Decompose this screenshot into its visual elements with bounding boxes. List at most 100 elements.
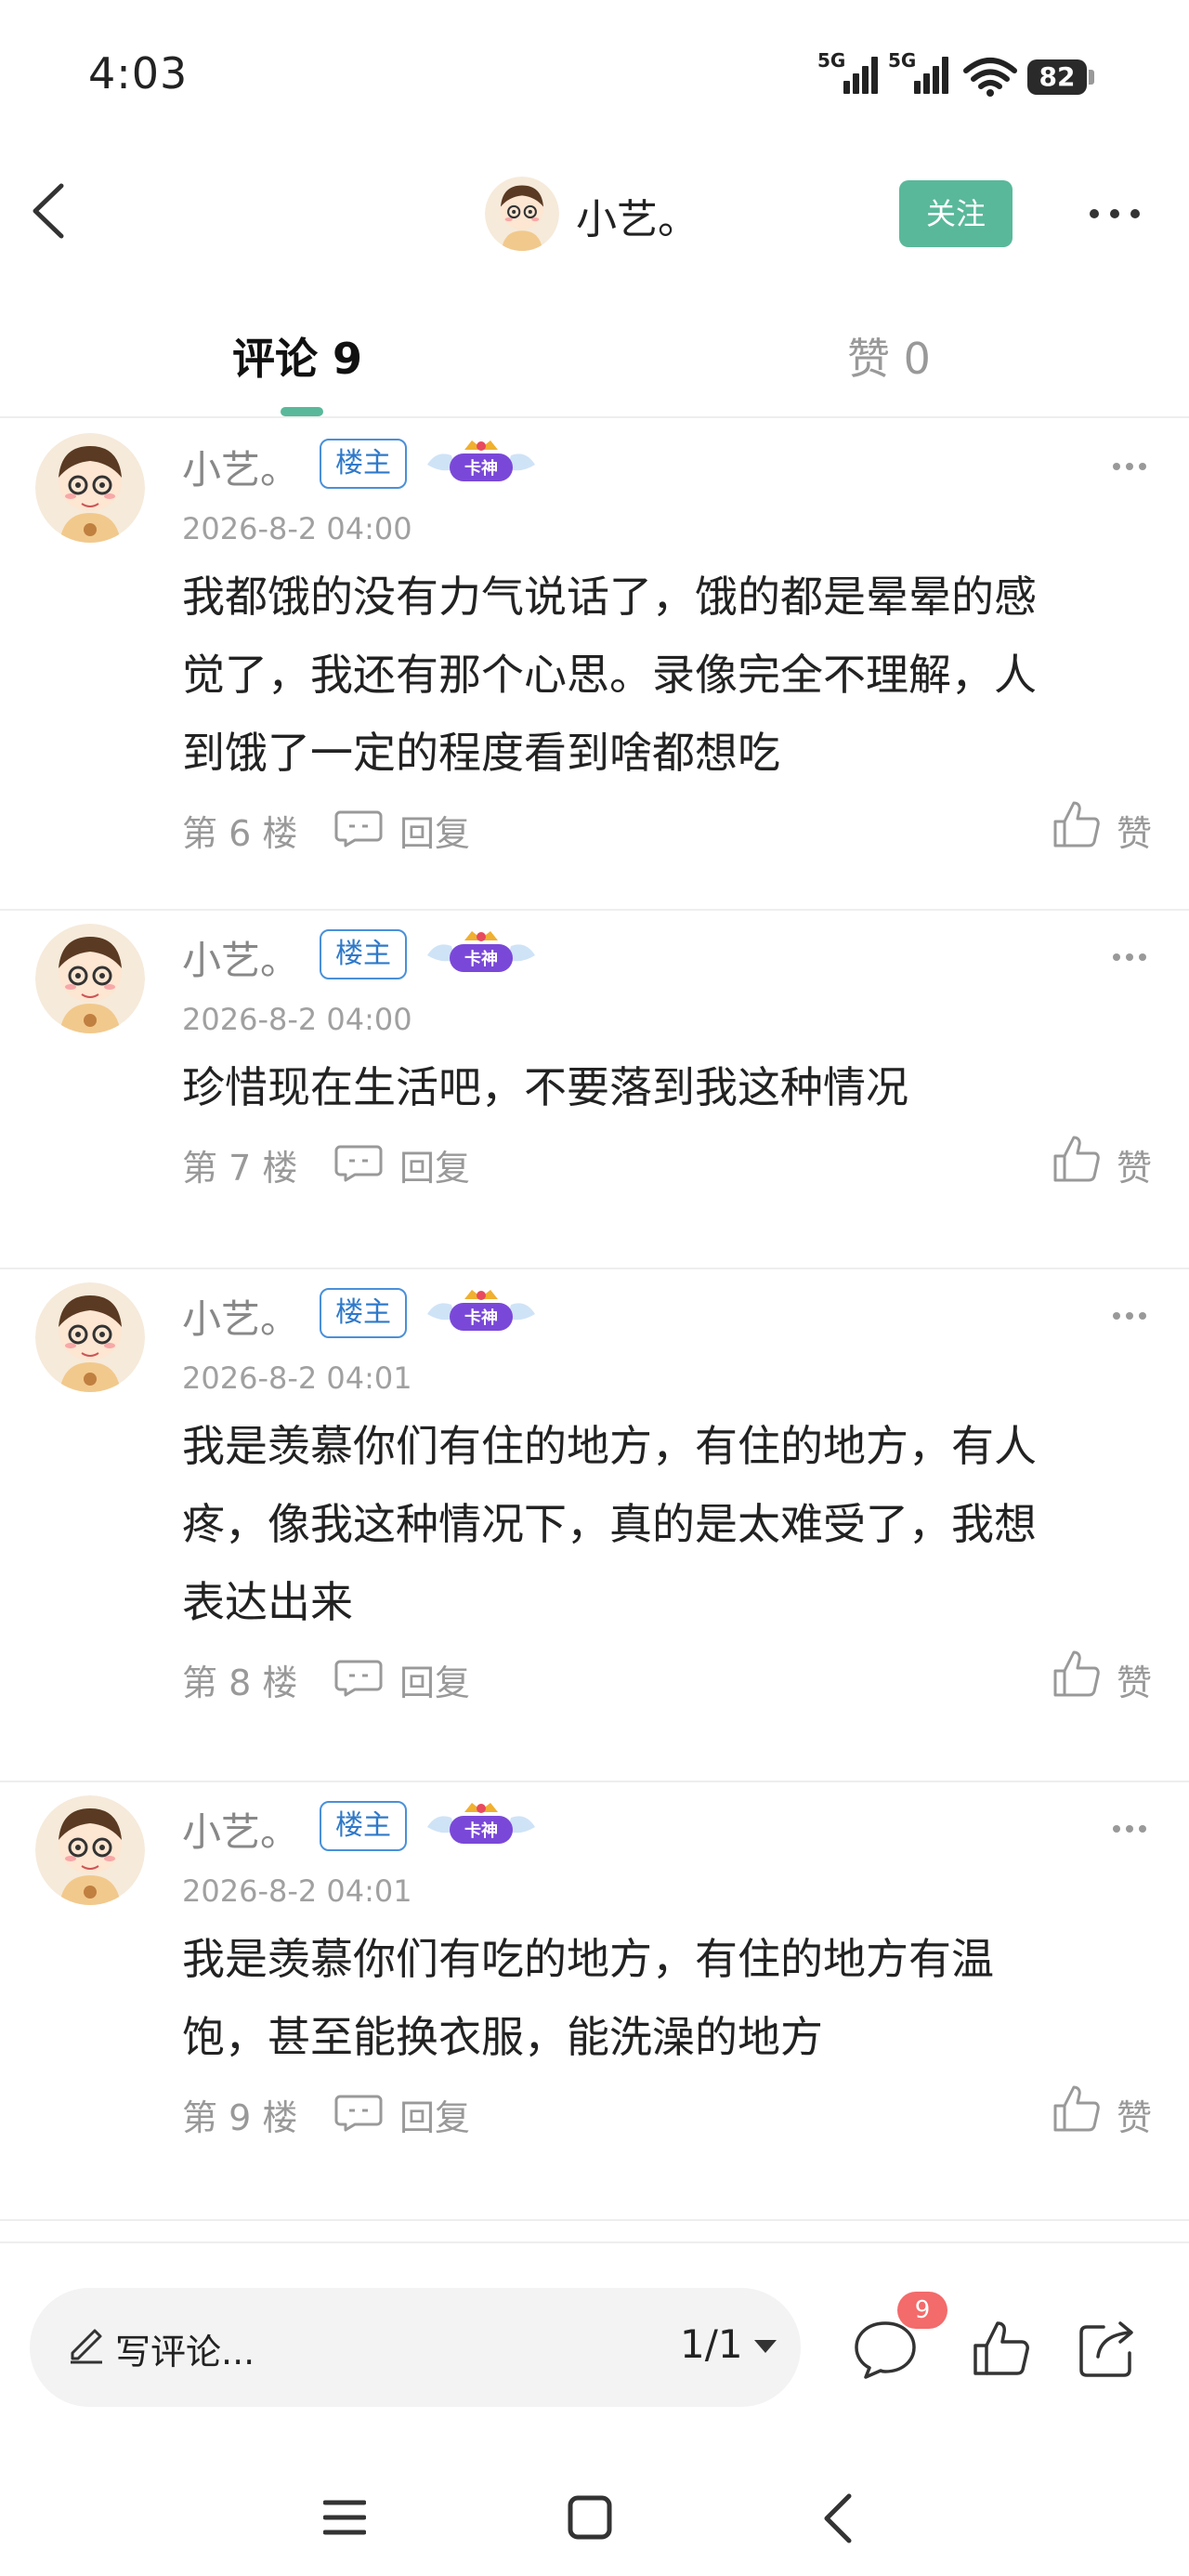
comment-text-line: 饱，甚至能换衣服，能洗澡的地方 bbox=[182, 2012, 823, 2062]
comment-more-icon[interactable] bbox=[1111, 1823, 1148, 1834]
follow-button[interactable]: 关注 bbox=[899, 180, 1013, 247]
floor-number: 第 9 楼 bbox=[182, 2097, 298, 2138]
comment-text[interactable]: 我是羡慕你们有住的地方，有住的地方，有人 疼，像我这种情况下，真的是太难受了，我想… bbox=[182, 1407, 1148, 1641]
like-button[interactable]: 赞 bbox=[1052, 2083, 1163, 2139]
comment-text-line: 我是羡慕你们有吃的地方，有住的地方有温 bbox=[182, 1934, 994, 1984]
status-bar: 4:03 5G 5G 82 bbox=[0, 0, 1189, 149]
avatar[interactable] bbox=[35, 1795, 145, 1905]
tab-bar: 评论 9 赞 0 bbox=[0, 307, 1189, 418]
floor-number: 第 7 楼 bbox=[182, 1148, 298, 1189]
reply-label: 回复 bbox=[399, 1663, 471, 1703]
card-badge-label: 卡神 bbox=[464, 458, 498, 479]
wifi-icon bbox=[963, 58, 1017, 97]
comment-text-line: 到饿了一定的程度看到啥都想吃 bbox=[182, 728, 780, 778]
reply-bubble-icon bbox=[334, 2095, 383, 2132]
like-label: 赞 bbox=[1117, 1148, 1153, 1189]
owner-badge: 楼主 bbox=[320, 1288, 407, 1338]
caret-down-icon[interactable] bbox=[752, 2338, 778, 2355]
comment-item[interactable]: 小艺。 楼主 卡神 2026-8-2 04:01 我是羡慕你们有住的地方，有住的… bbox=[0, 1269, 1189, 1782]
comment-more-icon[interactable] bbox=[1111, 461, 1148, 472]
card-god-badge: 卡神 bbox=[427, 440, 535, 481]
thumbs-up-icon bbox=[1053, 1136, 1100, 1182]
comment-input-placeholder: 写评论... bbox=[115, 2332, 255, 2372]
reply-button[interactable]: 回复 bbox=[334, 1654, 502, 1703]
status-time: 4:03 bbox=[88, 48, 189, 99]
owner-badge: 楼主 bbox=[320, 929, 407, 979]
reply-label: 回复 bbox=[399, 1148, 471, 1189]
card-god-badge: 卡神 bbox=[427, 1803, 535, 1844]
pencil-icon bbox=[71, 2329, 102, 2364]
comment-text[interactable]: 珍惜现在生活吧，不要落到我这种情况 bbox=[182, 1048, 1148, 1126]
comment-author[interactable]: 小艺。 bbox=[182, 1801, 299, 1858]
reply-bubble-icon bbox=[334, 810, 383, 848]
comment-author[interactable]: 小艺。 bbox=[182, 439, 299, 495]
comment-item[interactable]: 小艺。 楼主 卡神 2026-8-2 04:00 我都饿的没有力气说话了，饿的都… bbox=[0, 420, 1189, 911]
comment-author[interactable]: 小艺。 bbox=[182, 1288, 299, 1345]
avatar[interactable] bbox=[35, 433, 145, 543]
comment-text-line: 我是羡慕你们有住的地方，有住的地方，有人 bbox=[182, 1421, 1037, 1471]
comment-time: 2026-8-2 04:01 bbox=[182, 1873, 412, 1909]
like-button[interactable]: 赞 bbox=[1052, 1649, 1163, 1704]
back-arrow-icon[interactable] bbox=[22, 178, 78, 243]
comment-author[interactable]: 小艺。 bbox=[182, 929, 299, 986]
comment-text[interactable]: 我是羡慕你们有吃的地方，有住的地方有温 饱，甚至能换衣服，能洗澡的地方 bbox=[182, 1920, 1148, 2076]
comment-item[interactable]: 小艺。 楼主 卡神 2026-8-2 04:01 我是羡慕你们有吃的地方，有住的… bbox=[0, 1782, 1189, 2221]
card-badge-label: 卡神 bbox=[464, 949, 498, 969]
tab-likes[interactable]: 赞 0 bbox=[847, 325, 931, 387]
comment-text-line: 表达出来 bbox=[182, 1577, 353, 1627]
system-navigation-bar bbox=[0, 2446, 1189, 2576]
comment-count-badge: 9 bbox=[897, 2292, 947, 2329]
avatar[interactable] bbox=[35, 1282, 145, 1392]
battery-indicator: 82 bbox=[1027, 59, 1087, 95]
author-avatar[interactable] bbox=[485, 177, 559, 251]
like-label: 赞 bbox=[1117, 813, 1153, 854]
comment-input[interactable]: 写评论... 1/1 bbox=[30, 2288, 801, 2407]
comment-time: 2026-8-2 04:00 bbox=[182, 1002, 412, 1037]
tab-active-indicator bbox=[281, 407, 323, 416]
comment-item[interactable]: 小艺。 楼主 卡神 2026-8-2 04:00 珍惜现在生活吧，不要落到我这种… bbox=[0, 911, 1189, 1269]
owner-badge: 楼主 bbox=[320, 1801, 407, 1851]
top-header: 小艺。 关注 bbox=[0, 158, 1189, 269]
reply-button[interactable]: 回复 bbox=[334, 805, 502, 854]
thumbs-up-icon bbox=[1053, 2085, 1100, 2132]
page-indicator[interactable]: 1/1 bbox=[680, 2321, 743, 2367]
menu-icon[interactable] bbox=[323, 2498, 366, 2537]
home-square-icon[interactable] bbox=[567, 2494, 613, 2541]
card-god-badge: 卡神 bbox=[427, 1290, 535, 1331]
comment-text-line: 珍惜现在生活吧，不要落到我这种情况 bbox=[182, 1062, 908, 1112]
like-button[interactable]: 赞 bbox=[1052, 799, 1163, 855]
comment-more-icon[interactable] bbox=[1111, 952, 1148, 963]
tab-comments[interactable]: 评论 9 bbox=[232, 325, 362, 387]
floor-number: 第 8 楼 bbox=[182, 1663, 298, 1703]
thumbs-up-icon bbox=[1053, 1650, 1100, 1697]
reply-bubble-icon bbox=[334, 1660, 383, 1697]
floor-number: 第 6 楼 bbox=[182, 813, 298, 854]
comment-time: 2026-8-2 04:00 bbox=[182, 511, 412, 546]
bottom-action-bar: 写评论... 1/1 9 bbox=[0, 2241, 1189, 2446]
battery-tip bbox=[1089, 70, 1094, 85]
owner-badge: 楼主 bbox=[320, 439, 407, 489]
like-label: 赞 bbox=[1117, 2097, 1153, 2138]
comment-text-line: 觉了，我还有那个心思。录像完全不理解，人 bbox=[182, 650, 1037, 700]
share-icon[interactable] bbox=[1076, 2318, 1137, 2379]
reply-button[interactable]: 回复 bbox=[334, 2089, 502, 2138]
comment-text[interactable]: 我都饿的没有力气说话了，饿的都是晕晕的感 觉了，我还有那个心思。录像完全不理解，人… bbox=[182, 558, 1148, 792]
card-god-badge: 卡神 bbox=[427, 931, 535, 972]
comment-more-icon[interactable] bbox=[1111, 1310, 1148, 1321]
nav-back-icon[interactable] bbox=[821, 2492, 855, 2544]
reply-bubble-icon bbox=[334, 1145, 383, 1182]
author-name[interactable]: 小艺。 bbox=[576, 186, 699, 245]
more-options-icon[interactable] bbox=[1087, 206, 1143, 221]
reply-label: 回复 bbox=[399, 2097, 471, 2138]
reply-label: 回复 bbox=[399, 813, 471, 854]
card-badge-label: 卡神 bbox=[464, 1308, 498, 1328]
avatar[interactable] bbox=[35, 924, 145, 1033]
reply-button[interactable]: 回复 bbox=[334, 1139, 502, 1189]
thumbs-up-icon[interactable] bbox=[970, 2318, 1031, 2379]
like-label: 赞 bbox=[1117, 1663, 1153, 1703]
comment-text-line: 疼，像我这种情况下，真的是太难受了，我想 bbox=[182, 1499, 1037, 1549]
card-badge-label: 卡神 bbox=[464, 1820, 498, 1841]
like-button[interactable]: 赞 bbox=[1052, 1134, 1163, 1189]
comment-text-line: 我都饿的没有力气说话了，饿的都是晕晕的感 bbox=[182, 572, 1037, 622]
thumbs-up-icon bbox=[1053, 801, 1100, 848]
